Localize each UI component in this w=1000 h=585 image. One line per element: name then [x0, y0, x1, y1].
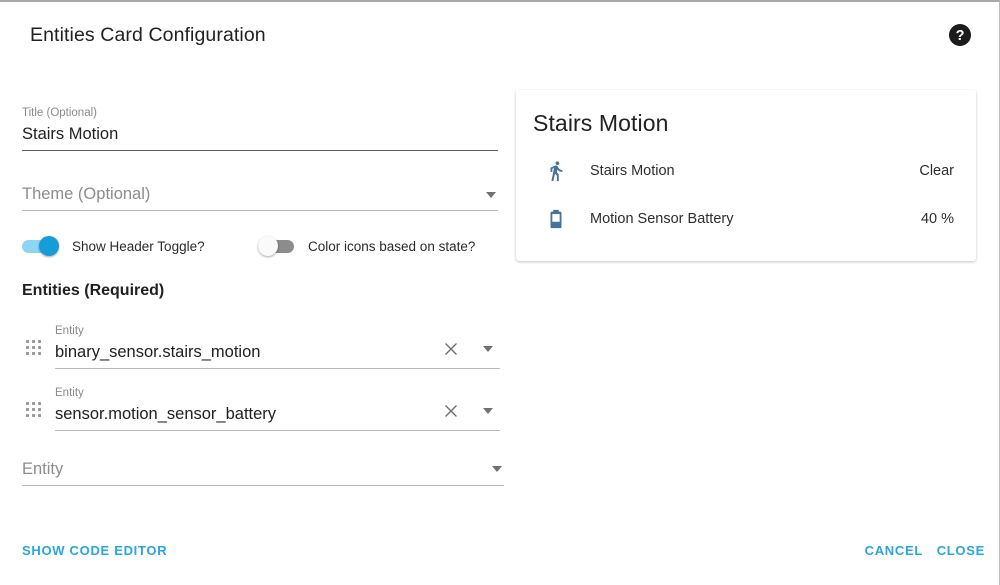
- entities-card-configuration-dialog: Entities Card Configuration ? Title (Opt…: [0, 0, 1000, 585]
- color-icons-toggle-group[interactable]: Color icons based on state?: [258, 232, 475, 260]
- card-preview: Stairs Motion Stairs Motion Clear Motion…: [516, 90, 976, 261]
- battery-40-icon: [542, 205, 570, 233]
- drag-handle-icon[interactable]: [26, 340, 42, 356]
- show-header-toggle-group[interactable]: Show Header Toggle?: [22, 232, 205, 260]
- entity-field-label: Entity: [55, 325, 84, 337]
- title-field-label: Title (Optional): [22, 107, 97, 119]
- entity-preview-row[interactable]: Motion Sensor Battery 40 %: [532, 195, 960, 243]
- entities-section-heading: Entities (Required): [22, 282, 165, 299]
- chevron-down-icon[interactable]: [483, 346, 493, 352]
- help-circle-icon[interactable]: ?: [948, 23, 972, 47]
- entity-preview-row[interactable]: Stairs Motion Clear: [532, 147, 960, 195]
- entity-input[interactable]: sensor.motion_sensor_battery: [55, 402, 440, 426]
- walk-icon: [542, 157, 570, 185]
- entity-field-label: Entity: [55, 387, 84, 399]
- drag-handle-icon[interactable]: [26, 402, 42, 418]
- toggle-knob: [258, 236, 278, 256]
- show-header-toggle-label: Show Header Toggle?: [72, 238, 205, 254]
- entities-card: Stairs Motion Stairs Motion Clear Motion…: [516, 90, 976, 261]
- entity-add-placeholder: Entity: [22, 460, 64, 478]
- theme-field[interactable]: Theme (Optional): [22, 182, 498, 211]
- page-title: Entities Card Configuration: [30, 24, 266, 46]
- entity-add-underline: [22, 485, 504, 486]
- entity-add-field[interactable]: Entity: [22, 457, 504, 486]
- toggle-knob: [39, 236, 59, 256]
- title-field-underline: [22, 150, 498, 151]
- entity-preview-name: Motion Sensor Battery: [590, 211, 734, 227]
- color-icons-toggle-label: Color icons based on state?: [308, 238, 476, 254]
- show-header-toggle-switch[interactable]: [22, 235, 60, 257]
- close-button[interactable]: CLOSE: [937, 543, 985, 558]
- toggle-row: Show Header Toggle? Color icons based on…: [22, 232, 504, 260]
- entity-input[interactable]: binary_sensor.stairs_motion: [55, 340, 440, 364]
- close-icon[interactable]: [442, 402, 460, 420]
- cancel-button[interactable]: CANCEL: [865, 543, 923, 558]
- entity-preview-state[interactable]: 40 %: [921, 211, 960, 227]
- chevron-down-icon[interactable]: [486, 192, 496, 198]
- svg-text:?: ?: [956, 28, 965, 44]
- entity-preview-name: Stairs Motion: [590, 163, 675, 179]
- dialog-body: Title (Optional) Stairs Motion Theme (Op…: [0, 74, 999, 525]
- title-input[interactable]: Stairs Motion: [22, 122, 498, 146]
- entity-field-underline: [55, 430, 500, 431]
- entity-row: Entity sensor.motion_sensor_battery: [22, 386, 504, 438]
- entity-row: Entity binary_sensor.stairs_motion: [22, 324, 504, 376]
- entity-preview-state[interactable]: Clear: [919, 163, 960, 179]
- entity-field-underline: [55, 368, 500, 369]
- dialog-header: Entities Card Configuration ?: [0, 2, 999, 74]
- chevron-down-icon[interactable]: [483, 408, 493, 414]
- theme-select-placeholder: Theme (Optional): [22, 185, 151, 203]
- color-icons-toggle-switch[interactable]: [258, 235, 296, 257]
- show-code-editor-button[interactable]: SHOW CODE EDITOR: [22, 543, 167, 558]
- entity-field[interactable]: Entity sensor.motion_sensor_battery: [55, 386, 500, 431]
- close-icon[interactable]: [442, 340, 460, 358]
- preview-card-title: Stairs Motion: [533, 110, 669, 136]
- theme-field-underline: [22, 210, 498, 211]
- chevron-down-icon[interactable]: [492, 466, 502, 472]
- dialog-footer: SHOW CODE EDITOR CANCEL CLOSE: [0, 525, 999, 585]
- entity-field[interactable]: Entity binary_sensor.stairs_motion: [55, 324, 500, 369]
- title-field[interactable]: Title (Optional) Stairs Motion: [22, 106, 498, 151]
